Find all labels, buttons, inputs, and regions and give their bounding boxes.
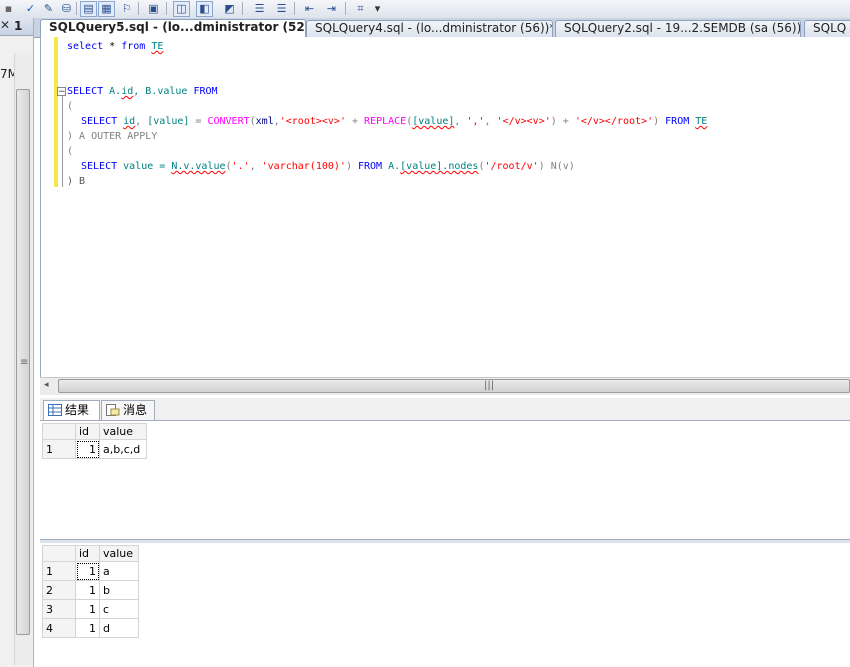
comment-icon[interactable]: ☰ — [251, 1, 268, 17]
tab-sqlquery2[interactable]: SQLQuery2.sql - 19...2.SEMDB (sa (56))* — [555, 20, 801, 37]
result-grid-1: id value 1 1 a,b,c,d — [40, 420, 850, 541]
cell-value[interactable]: c — [99, 599, 139, 619]
tab-messages[interactable]: 消息 — [101, 400, 155, 420]
toolbar-overflow-icon[interactable]: ▾ — [372, 1, 383, 17]
io-stats-icon[interactable]: ◩ — [221, 1, 238, 17]
display-plan-icon[interactable]: ⛁ — [58, 1, 75, 17]
result-table-2: id value 1 1 a 2 1 b 3 1 c 4 1 d — [42, 545, 139, 638]
document-tab-bar: SQLQuery5.sql - (lo...dministrator (52))… — [34, 18, 850, 38]
object-explorer-header: ✕ 1 — [0, 18, 33, 36]
row-number[interactable]: 2 — [42, 580, 76, 600]
tab-label: SQLQuery5.sql - (lo...dministrator (52))… — [49, 20, 306, 34]
tab-results[interactable]: 结果 — [43, 400, 100, 421]
code-line-8: SELECT value = N.v.value('.', 'varchar(1… — [81, 161, 575, 172]
table-row[interactable]: 1 1 a,b,c,d — [42, 439, 147, 459]
results-tab-bar: 结果 消息 — [40, 398, 850, 421]
row-number[interactable]: 3 — [42, 599, 76, 619]
tab-sqlquery5[interactable]: SQLQuery5.sql - (lo...dministrator (52))… — [40, 19, 306, 37]
scrollbar-thumb[interactable]: ≡ — [16, 89, 30, 635]
table-row[interactable]: 2 1 b — [42, 580, 139, 600]
results-text-icon[interactable]: ▤ — [80, 1, 97, 17]
result-table-1: id value 1 1 a,b,c,d — [42, 423, 147, 459]
corner-cell[interactable] — [42, 423, 76, 440]
tab-label: 结果 — [65, 403, 90, 417]
toolbar-separator — [166, 2, 167, 15]
row-number[interactable]: 1 — [42, 561, 76, 581]
query-editor[interactable]: − select * from TE SELECT A.id, B.value … — [40, 37, 850, 377]
cell-value[interactable]: a — [99, 561, 139, 581]
table-header-row: id value — [42, 423, 147, 440]
table-row[interactable]: 1 1 a — [42, 561, 139, 581]
scroll-left-icon[interactable]: ◂ — [44, 380, 49, 390]
code-line-9: ) B — [67, 176, 86, 187]
cell-id[interactable]: 1 — [75, 561, 100, 581]
code-line-4: ( — [67, 101, 74, 112]
outdent-icon[interactable]: ⇥ — [323, 1, 340, 17]
toolbar-separator — [242, 2, 243, 15]
tab-sqlquery4[interactable]: SQLQuery4.sql - (lo...dministrator (56))… — [306, 20, 553, 37]
code-line-5: SELECT id, [value] = CONVERT(xml,'<root>… — [81, 116, 708, 127]
editor-horizontal-scrollbar[interactable]: ◂ ||| — [40, 377, 850, 395]
table-row[interactable]: 3 1 c — [42, 599, 139, 619]
scroll-grip-icon: ≡ — [20, 357, 29, 368]
client-stats-icon[interactable]: ◫ — [173, 1, 190, 17]
new-query-icon[interactable]: ▪ — [0, 1, 17, 17]
result-grid-2: id value 1 1 a 2 1 b 3 1 c 4 1 d — [40, 543, 850, 667]
table-header-row: id value — [42, 545, 139, 562]
corner-cell[interactable] — [42, 545, 76, 562]
changed-lines-marker — [54, 37, 58, 187]
specify-values-icon[interactable]: ⌗ — [352, 1, 369, 17]
table-row[interactable]: 4 1 d — [42, 618, 139, 638]
column-header-value[interactable]: value — [99, 423, 147, 440]
cell-id[interactable]: 1 — [75, 580, 100, 600]
close-icon[interactable]: ✕ — [0, 18, 10, 32]
code-line-1: select * from TE — [67, 41, 164, 52]
cell-value[interactable]: d — [99, 618, 139, 638]
scrollbar-thumb[interactable]: ||| — [58, 379, 850, 393]
toolbar-separator — [76, 2, 77, 15]
tab-label: SQLQ — [813, 21, 847, 35]
row-number[interactable]: 1 — [42, 439, 76, 459]
toolbar-separator — [345, 2, 346, 15]
tab-sqlquery-overflow[interactable]: SQLQ — [804, 20, 850, 37]
cell-id[interactable]: 1 — [75, 618, 100, 638]
outline-bracket — [62, 91, 63, 187]
results-file-icon[interactable]: ⚐ — [118, 1, 135, 17]
results-grid-icon[interactable]: ▦ — [98, 1, 115, 17]
cell-id[interactable]: 1 — [75, 439, 100, 459]
uncomment-icon[interactable]: ☰ — [273, 1, 290, 17]
column-header-id[interactable]: id — [75, 545, 100, 562]
tab-label: SQLQuery4.sql - (lo...dministrator (56))… — [315, 21, 553, 35]
toolbar-separator — [294, 2, 295, 15]
column-header-value[interactable]: value — [99, 545, 139, 562]
cell-id[interactable]: 1 — [75, 599, 100, 619]
toolbar: ▪ ✓ ✎ ⛁ ▤ ▦ ⚐ ▣ ◫ ◧ ◩ ☰ ☰ ⇤ ⇥ ⌗ ▾ — [0, 0, 850, 19]
row-number[interactable]: 4 — [42, 618, 76, 638]
include-plan-icon[interactable]: ▣ — [145, 1, 162, 17]
live-stats-icon[interactable]: ◧ — [196, 1, 213, 17]
check-icon[interactable]: ✓ — [22, 1, 39, 17]
code-line-7: ( — [67, 146, 74, 157]
column-header-id[interactable]: id — [75, 423, 100, 440]
code-line-6: ) A OUTER APPLY — [67, 131, 158, 142]
grid-icon — [48, 404, 62, 416]
object-explorer-scrollbar[interactable]: ≡ — [14, 53, 32, 665]
tab-label: 消息 — [123, 403, 148, 417]
panel-title: 1 — [14, 19, 23, 33]
scroll-grip-icon: ||| — [484, 380, 495, 391]
messages-icon — [106, 404, 120, 416]
tab-label: SQLQuery2.sql - 19...2.SEMDB (sa (56))* — [564, 21, 801, 35]
cell-value[interactable]: a,b,c,d — [99, 439, 147, 459]
indent-icon[interactable]: ⇤ — [301, 1, 318, 17]
cell-value[interactable]: b — [99, 580, 139, 600]
object-explorer-panel: ✕ 1 7M ≡ — [0, 18, 34, 667]
parse-icon[interactable]: ✎ — [40, 1, 57, 17]
collapse-toggle-icon[interactable]: − — [57, 87, 66, 97]
toolbar-separator — [138, 2, 139, 15]
code-line-3: SELECT A.id, B.value FROM — [67, 86, 218, 97]
